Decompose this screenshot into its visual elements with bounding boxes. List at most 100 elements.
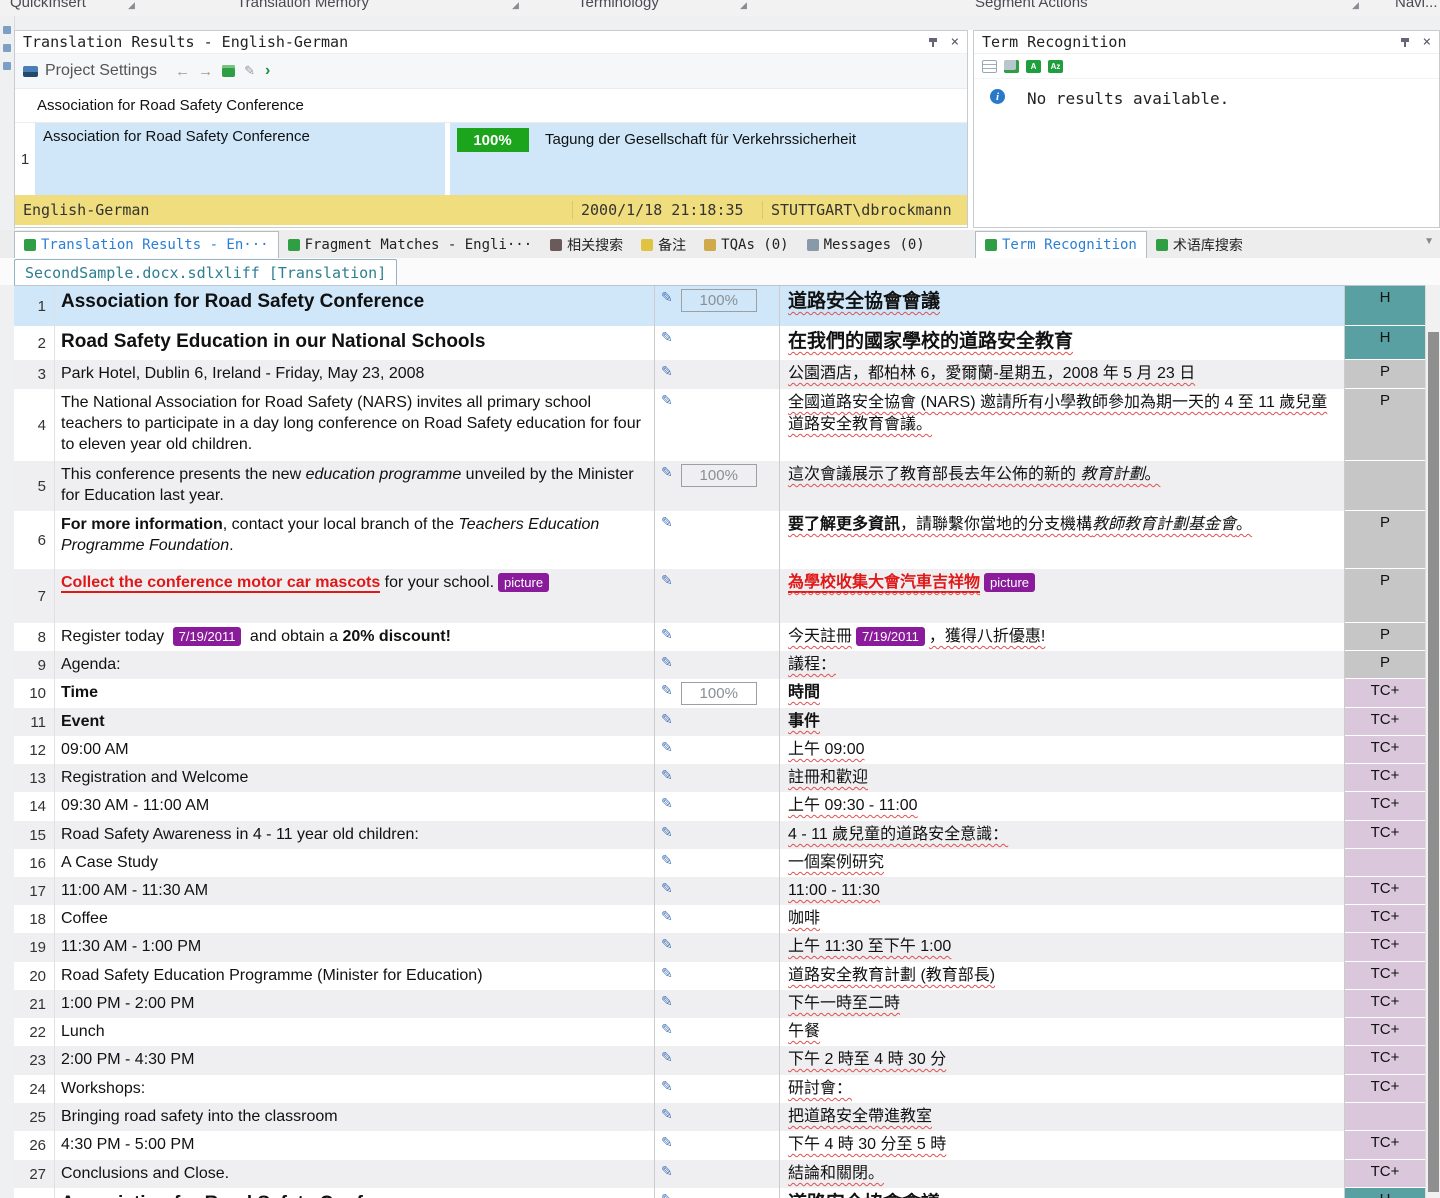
source-cell[interactable]: Event — [55, 708, 655, 736]
source-cell[interactable]: 2:00 PM - 4:30 PM — [55, 1046, 655, 1075]
add-new-term-icon[interactable] — [1004, 60, 1019, 73]
source-cell[interactable]: Association for Road Safety Conference — [55, 286, 655, 326]
edit-translation-icon[interactable]: ✎ — [244, 63, 255, 79]
document-tab[interactable]: SecondSample.docx.sdlxliff [Translation] — [14, 259, 397, 286]
termbase-settings-icon[interactable]: Az — [1048, 60, 1063, 73]
tab-termbase-search[interactable]: 术语库搜索 — [1147, 231, 1252, 258]
target-cell[interactable]: 上午 11:30 至下午 1:00 — [780, 933, 1345, 962]
source-cell[interactable]: 09:30 AM - 11:00 AM — [55, 792, 655, 821]
source-cell[interactable]: Lunch — [55, 1018, 655, 1046]
document-structure-badge[interactable]: TC+ — [1345, 821, 1425, 849]
source-cell[interactable]: Association for Road Safety Conference — [55, 1188, 655, 1198]
tab-tqa[interactable]: TQAs (0) — [695, 231, 797, 258]
document-structure-badge[interactable]: TC+ — [1345, 877, 1425, 905]
target-cell[interactable]: 下午 2 時至 4 時 30 分 — [780, 1046, 1345, 1075]
document-structure-badge[interactable]: TC+ — [1345, 962, 1425, 990]
project-settings-button[interactable]: Project Settings — [45, 62, 157, 80]
target-cell[interactable]: 為學校收集大會汽車吉祥物picture — [780, 569, 1345, 623]
apply-translation-icon[interactable] — [222, 65, 235, 77]
document-structure-badge[interactable]: TC+ — [1345, 1075, 1425, 1103]
source-cell[interactable]: Register today 7/19/2011 and obtain a 20… — [55, 623, 655, 651]
source-cell[interactable]: 1:00 PM - 2:00 PM — [55, 990, 655, 1018]
source-cell[interactable]: For more information, contact your local… — [55, 511, 655, 569]
source-cell[interactable]: A Case Study — [55, 849, 655, 877]
tab-fragment-matches[interactable]: Fragment Matches - Engli··· — [279, 231, 542, 258]
source-cell[interactable]: Workshops: — [55, 1075, 655, 1103]
hitlist-settings-icon[interactable]: A — [1026, 60, 1041, 73]
target-cell[interactable]: 把道路安全帶進教室 — [780, 1103, 1345, 1131]
target-cell[interactable]: 午餐 — [780, 1018, 1345, 1046]
document-structure-badge[interactable]: P — [1345, 360, 1425, 389]
source-cell[interactable]: This conference presents the new educati… — [55, 461, 655, 511]
source-cell[interactable]: Coffee — [55, 905, 655, 933]
dialog-launcher-icon[interactable]: ◢ — [740, 0, 747, 11]
target-cell[interactable]: 要了解更多資訊，請聯繫你當地的分支機構教師教育計劃基金會。 — [780, 511, 1345, 569]
vertical-scrollbar[interactable] — [1425, 285, 1440, 1198]
more-options-chevron-icon[interactable]: › — [265, 62, 270, 80]
document-structure-badge[interactable] — [1345, 849, 1425, 877]
target-cell[interactable]: 11:00 - 11:30 — [780, 877, 1345, 905]
close-icon[interactable]: × — [951, 31, 959, 53]
target-cell[interactable]: 一個案例研究 — [780, 849, 1345, 877]
source-cell[interactable]: The National Association for Road Safety… — [55, 389, 655, 461]
document-structure-badge[interactable]: TC+ — [1345, 1046, 1425, 1075]
source-cell[interactable]: Registration and Welcome — [55, 764, 655, 792]
source-cell[interactable]: Agenda: — [55, 651, 655, 679]
scrollbar-thumb[interactable] — [1428, 332, 1439, 1192]
document-structure-badge[interactable]: H — [1345, 286, 1425, 326]
source-cell[interactable]: Park Hotel, Dublin 6, Ireland - Friday, … — [55, 360, 655, 389]
source-cell[interactable]: Time — [55, 679, 655, 708]
source-cell[interactable]: Road Safety Education Programme (Ministe… — [55, 962, 655, 990]
target-cell[interactable]: 道路安全協會會議 — [780, 286, 1345, 326]
source-cell[interactable]: 4:30 PM - 5:00 PM — [55, 1131, 655, 1160]
document-structure-badge[interactable]: P — [1345, 511, 1425, 569]
target-cell[interactable]: 下午 4 時 30 分至 5 時 — [780, 1131, 1345, 1160]
document-structure-badge[interactable]: P — [1345, 623, 1425, 651]
next-result-icon[interactable]: → — [198, 63, 213, 80]
document-structure-badge[interactable]: TC+ — [1345, 905, 1425, 933]
source-cell[interactable]: Collect the conference motor car mascots… — [55, 569, 655, 623]
dialog-launcher-icon[interactable]: ◢ — [128, 0, 135, 11]
target-cell[interactable]: 事件 — [780, 708, 1345, 736]
source-cell[interactable]: 11:30 AM - 1:00 PM — [55, 933, 655, 962]
document-structure-badge[interactable]: TC+ — [1345, 792, 1425, 821]
source-cell[interactable]: Bringing road safety into the classroom — [55, 1103, 655, 1131]
tm-result-row[interactable]: 1 Association for Road Safety Conference… — [15, 123, 967, 195]
document-structure-badge[interactable]: P — [1345, 389, 1425, 461]
document-structure-badge[interactable]: TC+ — [1345, 736, 1425, 764]
target-cell[interactable]: 註冊和歡迎 — [780, 764, 1345, 792]
dialog-launcher-icon[interactable]: ◢ — [1352, 0, 1359, 11]
document-structure-badge[interactable] — [1345, 461, 1425, 511]
pin-icon[interactable] — [1401, 38, 1409, 42]
tab-related-search[interactable]: 相关搜索 — [541, 231, 632, 258]
target-cell[interactable]: 研討會： — [780, 1075, 1345, 1103]
document-structure-badge[interactable]: TC+ — [1345, 708, 1425, 736]
target-cell[interactable]: 結論和關閉。 — [780, 1160, 1345, 1188]
target-cell[interactable]: 4 - 11 歲兒童的道路安全意識： — [780, 821, 1345, 849]
source-cell[interactable]: 11:00 AM - 11:30 AM — [55, 877, 655, 905]
previous-result-icon[interactable]: ← — [175, 63, 190, 80]
target-cell[interactable]: 全國道路安全協會 (NARS) 邀請所有小學教師參加為期一天的 4 至 11 歲… — [780, 389, 1345, 461]
pin-icon[interactable] — [929, 38, 937, 42]
target-cell[interactable]: 在我們的國家學校的道路安全教育 — [780, 326, 1345, 360]
document-structure-badge[interactable] — [1345, 1103, 1425, 1131]
source-cell[interactable]: Road Safety Awareness in 4 - 11 year old… — [55, 821, 655, 849]
target-cell[interactable]: 議程： — [780, 651, 1345, 679]
document-structure-badge[interactable]: TC+ — [1345, 1160, 1425, 1188]
target-cell[interactable]: 咖啡 — [780, 905, 1345, 933]
tab-overflow-dropdown-icon[interactable]: ▼ — [1424, 236, 1434, 247]
document-structure-badge[interactable]: TC+ — [1345, 1018, 1425, 1046]
target-cell[interactable]: 公園酒店，都柏林 6，愛爾蘭-星期五，2008 年 5 月 23 日 — [780, 360, 1345, 389]
tab-messages[interactable]: Messages (0) — [798, 231, 934, 258]
document-structure-badge[interactable]: TC+ — [1345, 990, 1425, 1018]
source-cell[interactable]: Road Safety Education in our National Sc… — [55, 326, 655, 360]
document-structure-badge[interactable]: TC+ — [1345, 679, 1425, 708]
target-cell[interactable]: 下午一時至二時 — [780, 990, 1345, 1018]
view-term-details-icon[interactable] — [982, 60, 997, 73]
document-structure-badge[interactable]: TC+ — [1345, 764, 1425, 792]
document-structure-badge[interactable]: H — [1345, 326, 1425, 360]
document-structure-badge[interactable]: TC+ — [1345, 933, 1425, 962]
document-structure-badge[interactable]: P — [1345, 651, 1425, 679]
document-structure-badge[interactable]: P — [1345, 569, 1425, 623]
target-cell[interactable]: 道路安全協會會議 — [780, 1188, 1345, 1198]
